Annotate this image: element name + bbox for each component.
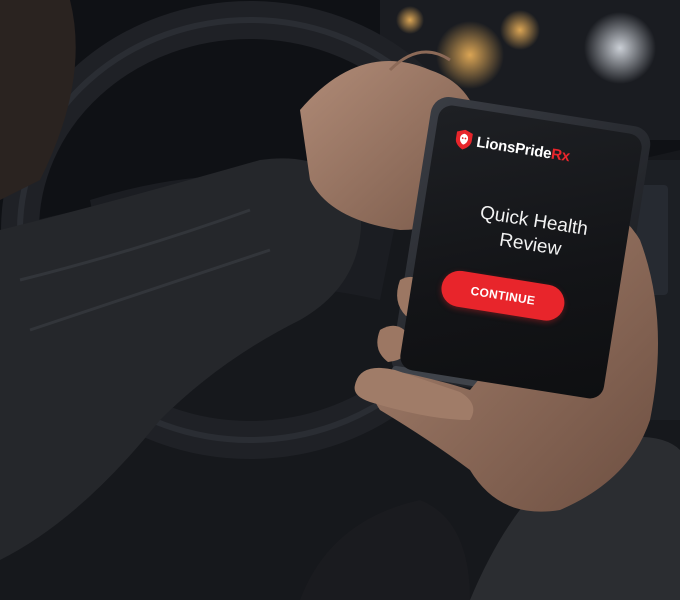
brand-name: LionsPrideRx: [475, 133, 571, 165]
photo-scene: LionsPrideRx Quick Health Review CONTINU…: [0, 0, 680, 600]
brand-name-main: LionsPride: [475, 133, 553, 162]
screen-headline: Quick Health Review: [478, 202, 590, 261]
phone-screen: LionsPrideRx Quick Health Review CONTINU…: [398, 103, 644, 401]
continue-button[interactable]: CONTINUE: [438, 268, 567, 324]
lion-head-shield-icon: [453, 128, 474, 151]
brand-name-suffix: Rx: [549, 145, 572, 165]
brand-logo: LionsPrideRx: [453, 128, 571, 166]
